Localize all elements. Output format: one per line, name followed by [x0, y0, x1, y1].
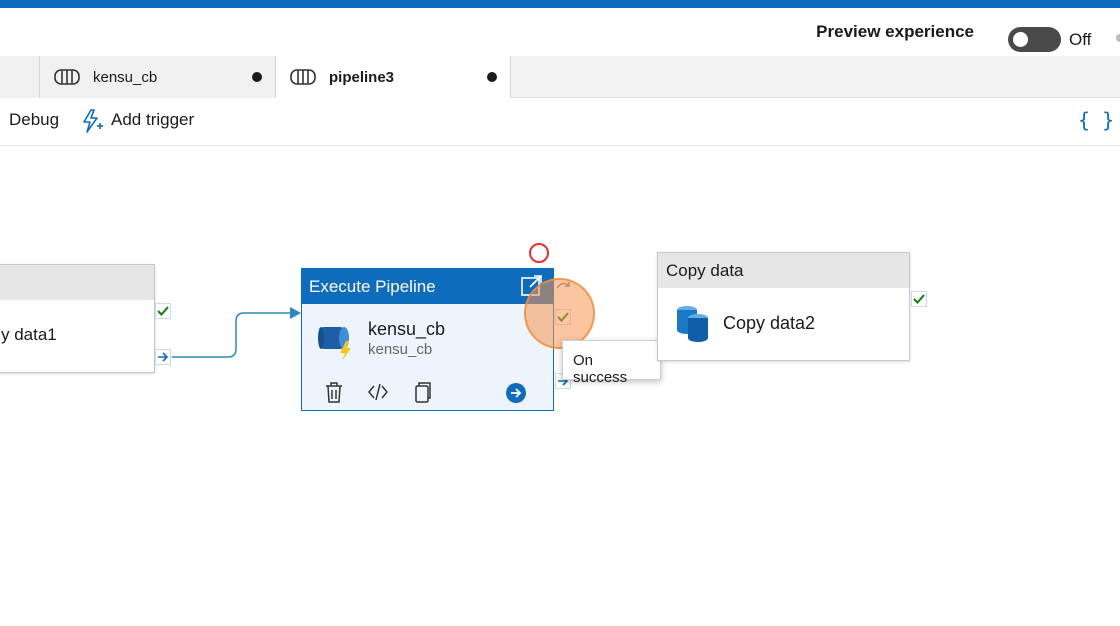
click-indicator [524, 278, 595, 349]
copy-icon[interactable] [412, 382, 432, 404]
execute-pipeline-activity-icon [318, 327, 351, 361]
activity-name: Copy data2 [723, 313, 816, 333]
failure-port-ring-icon[interactable] [529, 243, 549, 263]
activity-header: Execute Pipeline [302, 269, 553, 304]
success-port-checkmark-icon[interactable] [155, 303, 171, 319]
activity-name: y data1 [1, 325, 57, 344]
delete-icon[interactable] [324, 382, 344, 404]
copy-data-database-icon [677, 306, 708, 342]
activity-header: Copy data [658, 253, 909, 288]
activity-subtitle: kensu_cb [368, 341, 433, 358]
activity-title: kensu_cb [368, 319, 446, 339]
activity-copy-data2[interactable]: Copy data Copy data2 [657, 252, 910, 361]
on-success-tooltip: On success [562, 340, 661, 386]
navigate-icon[interactable] [505, 382, 527, 404]
success-port-checkmark-icon[interactable] [911, 291, 927, 307]
activity-header [0, 265, 154, 300]
code-icon[interactable] [367, 382, 389, 402]
activity-copy-data1[interactable]: y data1 [0, 264, 155, 373]
completion-port-arrow-icon[interactable] [155, 349, 171, 365]
activity-execute-pipeline[interactable]: Execute Pipeline kensu_cb kensu_cb [301, 268, 554, 411]
